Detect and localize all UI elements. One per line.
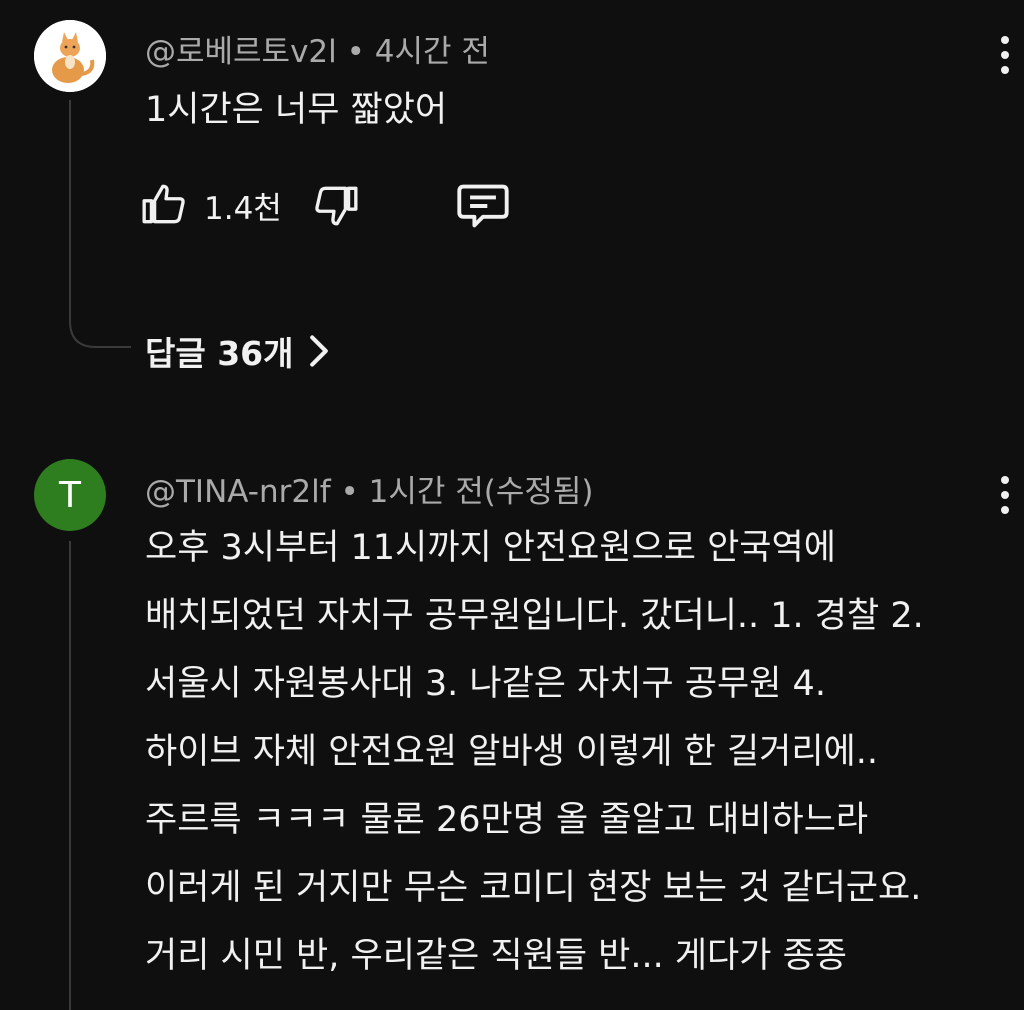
comments-screen: @로베르토v2l • 4시간 전 1시간은 너무 짧았어 1.4천 답글 36개 [0,0,1024,1010]
view-replies-link[interactable]: 답글 36개 [145,327,330,375]
cat-avatar-icon [34,20,106,92]
more-vert-icon [1001,476,1009,484]
comment-line: 하이브 자체 안전요원 알바생 이렇게 한 길거리에.. [145,732,879,772]
like-button[interactable]: 1.4천 [140,180,282,230]
comment-line: 배치되었던 자치구 공무원입니다. 갔더니.. 1. 경찰 2. [145,596,924,636]
chevron-right-icon [309,335,328,367]
avatar[interactable]: T [34,459,106,531]
comment-line: 이러게 된 거지만 무슨 코미디 현장 보는 것 같더군요. [145,868,922,908]
thread-line-curve [69,296,131,348]
comment-meta: @TINA-nr2lf • 1시간 전(수정됨) [145,474,594,510]
avatar[interactable] [34,20,106,92]
comment-text: 1시간은 너무 짧았어 [145,90,448,130]
comment-line: 주르륵 ㅋㅋㅋ 물론 26만명 올 줄알고 대비하느라 [145,800,869,840]
thread-line [69,100,71,310]
reply-button[interactable] [455,180,511,236]
thumbs-down-icon [315,186,358,226]
replies-label: 답글 36개 [145,334,294,373]
dislike-button[interactable] [310,180,360,234]
comment-icon [457,184,509,228]
more-vert-icon [1001,36,1009,44]
comment-actions: 1.4천 [140,180,540,240]
thumbs-up-icon [142,184,185,224]
more-options-button[interactable] [994,36,1016,80]
comment-meta: @로베르토v2l • 4시간 전 [145,34,490,70]
comment-line: 서울시 자원봉사대 3. 나같은 자치구 공무원 4. [145,664,826,704]
comment-text: 오후 3시부터 11시까지 안전요원으로 안국역에 배치되었던 자치구 공무원입… [145,514,1005,990]
like-count: 1.4천 [204,190,282,227]
comment-line: 거리 시민 반, 우리같은 직원들 반... 게다가 종종 [145,936,847,976]
thread-line [69,541,71,1010]
comment-line: 오후 3시부터 11시까지 안전요원으로 안국역에 [145,528,836,568]
avatar-letter: T [59,474,81,516]
